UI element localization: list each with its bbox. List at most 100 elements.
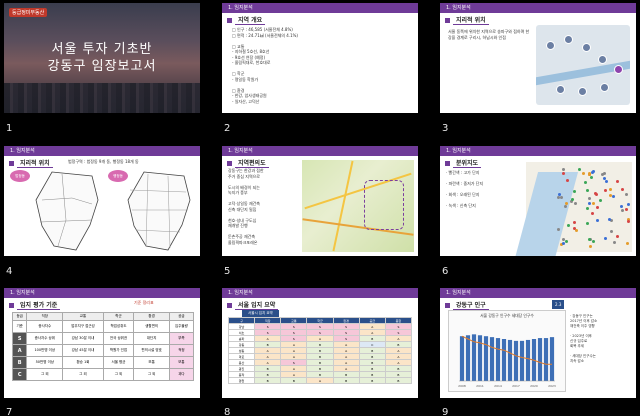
heading-text: 지리적 위치 (17, 158, 53, 168)
slide-thumbnail-1[interactable]: 등급정미부동산 서울 투자 기초반 강동구 임장보고서 (4, 3, 200, 113)
map-marker-dot (587, 172, 591, 176)
map-marker-dot (624, 192, 628, 196)
distribution-map-image (513, 162, 632, 256)
map-marker-dot (591, 240, 595, 244)
map-marker-dot (600, 173, 604, 177)
slide-number-5: 5 (224, 266, 231, 277)
map-marker-dot (561, 241, 565, 245)
slide-thumbnail-5[interactable]: 1. 임지분석 지역편의도 강동구는 한강과 접한 주거 중심 지역으로 도시의 … (222, 146, 418, 256)
heading-square-icon (227, 160, 232, 166)
map-marker-dot (610, 230, 614, 234)
map-pin-highlight-icon (614, 65, 623, 74)
map-pin-icon (598, 55, 607, 64)
population-chart: 서울 강동구 인구수 세대당 인구수 2008 2011 2014 2017 2020 2… (448, 310, 566, 392)
section-label: 1. 임지분석 (228, 148, 253, 154)
map-marker-dot (595, 219, 599, 223)
map-marker-dot (591, 171, 595, 175)
table-row: S 종사자수 상위 강남 30분 이내 전국 상위권 대단지 부족 (11, 332, 195, 345)
population-bar (507, 339, 513, 381)
map-marker-dot (572, 221, 576, 225)
map-road (332, 160, 354, 252)
map-marker-dot (584, 181, 587, 185)
table-cell: B (384, 377, 413, 384)
slide-thumbnail-4[interactable]: 1. 임지분석 지리적 위치 법정구역 : 법정동 9개 동, 행정동 18개 … (4, 146, 200, 256)
map-marker-dot (572, 190, 576, 194)
section-label: 1. 임지분석 (10, 148, 35, 154)
slide-thumbnail-3[interactable]: 1. 임지분석 지리적 위치 서울 동쪽에 위치한 지역으로 송파구와 접하며 … (440, 3, 636, 113)
slide-thumbnail-7[interactable]: 1. 임지분석 임지 평가 기준 기준 정리표 등급 직장 교통 학군 환경 공급 기준… (4, 288, 200, 398)
slide-number-3: 3 (442, 123, 449, 134)
section-label: 1. 임지분석 (446, 148, 471, 154)
admin-dong-map (127, 171, 191, 251)
map-pin-icon (600, 83, 609, 92)
summary-table-title: 서울시 입지 요약 (242, 310, 279, 317)
slide-heading: 강동구 인구 (445, 300, 489, 310)
map-marker-dot (585, 206, 589, 210)
table-row: C그 외그 외 그 외그 외 과다 (11, 368, 195, 381)
map-marker-dot (591, 201, 595, 205)
slide-header-bar: 1. 임지분석 (4, 146, 200, 156)
slide-header-bar: 1. 임지분석 (440, 288, 636, 298)
convenience-text: 강동구는 한강과 접한 주거 중심 지역으로 도시의 배경이 되는 녹지가 풍부 고… (228, 168, 264, 245)
map-marker-dot (625, 208, 629, 212)
map-marker-dot (575, 228, 579, 232)
slide-header-bar: 1. 임지분석 (4, 288, 200, 298)
map-marker-dot (581, 172, 585, 176)
chart-title: 서울 강동구 인구수 세대당 인구수 (480, 313, 534, 318)
population-bar (495, 338, 501, 381)
population-bar (513, 340, 519, 381)
location-description: 서울 동쪽에 위치한 지역으로 송파구와 접하며 한강을 경계로 구리시, 하남… (448, 29, 530, 40)
map-marker-dot (567, 223, 571, 227)
section-label: 1. 임지분석 (446, 290, 471, 296)
slide-number-1: 1 (6, 123, 13, 134)
x-tick-label: 2023 (548, 384, 556, 388)
table-row: 양천 B B A B B B (227, 377, 413, 384)
slide-thumbnail-8[interactable]: 1. 임지분석 서울 입지 요약 서울시 입지 요약 구 직장 교통 학군 환경 공급 종합… (222, 288, 418, 398)
table-cell: B (254, 377, 282, 384)
population-bar (549, 337, 555, 381)
slide-thumbnail-2[interactable]: 1. 임지분석 지역 개요 □ 인구 : 46,585 (서울전체 4.8%) □… (222, 3, 418, 113)
map-marker-dot (604, 179, 608, 183)
slide-heading: 임지 평가 기준 (9, 300, 61, 310)
slide-header-bar: 1. 임지분석 (440, 3, 636, 13)
slide-heading: 지리적 위치 (445, 15, 489, 25)
population-notes: · 강동구 인구는 2017년 이후 감소 재건축 이주 영향 · 2023년 … (570, 314, 598, 363)
heading-square-icon (9, 302, 14, 308)
map-marker-dot (589, 176, 593, 180)
population-chart-svg: 2008 2011 2014 2017 2020 2023 (458, 334, 556, 388)
map-marker-dot (561, 167, 565, 171)
brand-logo: 등급정미부동산 (9, 8, 48, 17)
map-marker-dot (609, 187, 613, 191)
heading-square-icon (227, 302, 232, 308)
map-marker-dot (561, 171, 565, 175)
heading-text: 지역편의도 (235, 158, 269, 168)
map-marker-dot (612, 241, 616, 244)
map-marker-dot (599, 198, 603, 202)
map-marker-dot (615, 235, 619, 239)
x-tick-label: 2011 (476, 384, 484, 388)
slide-heading: 지역편의도 (227, 158, 269, 168)
table-cell: 양천 (227, 377, 256, 384)
map-marker-dot (620, 187, 624, 191)
slide-header-bar: 1. 임지분석 (222, 3, 418, 13)
slide-thumbnail-6[interactable]: 1. 임지분석 분위지도 · 빨간색 : 고가 단지 · 파란색 : 중저가 단… (440, 146, 636, 256)
map-marker-dot (588, 202, 592, 206)
population-bar (519, 340, 525, 381)
slide-sorter-grid: 등급정미부동산 서울 투자 기초반 강동구 임장보고서 1 1. 임지분석 지역… (4, 3, 636, 416)
map-marker-dot (611, 194, 615, 198)
heading-text: 지역 개요 (235, 15, 266, 25)
population-bar (483, 336, 489, 381)
slide-number-9: 9 (442, 407, 449, 416)
map-marker-dot (603, 237, 607, 241)
heading-square-icon (445, 17, 450, 23)
slide-thumbnail-9[interactable]: 1. 임지분석 강동구 인구 2.3 서울 강동구 인구수 세대당 인구수 20… (440, 288, 636, 398)
map-marker-dot (619, 204, 623, 208)
slide-header-bar: 1. 임지분석 (222, 146, 418, 156)
district-description: 법정구역 : 법정동 9개 동, 행정동 18개 동 (68, 159, 139, 164)
slide-number-2: 2 (224, 123, 231, 134)
population-bar (459, 336, 465, 381)
slide-heading: 분위지도 (445, 158, 482, 168)
map-marker-dot (564, 239, 568, 243)
map-marker-dot (585, 189, 589, 193)
heading-text: 임지 평가 기준 (17, 300, 61, 310)
